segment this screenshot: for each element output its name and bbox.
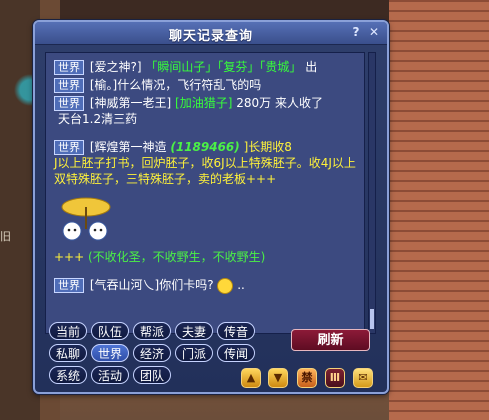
colored-text: 「瞬间山子」「复芬」「贵城」: [145, 60, 302, 74]
scroll-down-button[interactable]: ▼: [268, 368, 288, 388]
chat-history-window: 聊天记录查询 ? ✕ 世界 [爱之神?] 「瞬间山子」「复芬」「贵城」 出 世界…: [33, 20, 389, 394]
message-text: ..: [237, 278, 245, 292]
scroll-up-button[interactable]: ▲: [241, 368, 261, 388]
message-text: (不收化圣，不收野生，不收野生): [88, 250, 266, 264]
list-button[interactable]: Ⅲ: [325, 368, 345, 388]
close-button[interactable]: ✕: [367, 25, 381, 39]
message-text: 出: [305, 60, 318, 74]
message-text: +++: [54, 250, 85, 264]
channel-button-economy[interactable]: 经济: [133, 344, 171, 362]
sender-name[interactable]: [爱之神?]: [90, 60, 142, 74]
message-text: [气吞山河乀]你们卡吗?: [89, 278, 214, 292]
chat-message: 世界 [爱之神?] 「瞬间山子」「复芬」「贵城」 出: [54, 59, 358, 75]
title-bar[interactable]: 聊天记录查询 ? ✕: [35, 22, 387, 45]
window-title: 聊天记录查询: [168, 29, 253, 44]
channel-button-world[interactable]: 世界: [91, 344, 129, 362]
background-sign-text: 旧: [0, 230, 11, 243]
mail-button[interactable]: ✉: [353, 368, 373, 388]
chat-message: 世界 [辉煌第一神造 (1189466) ]长期收8 J以上胚子打书，回炉胚子，…: [54, 139, 358, 187]
chat-message: +++ (不收化圣，不收野生，不收野生): [54, 249, 358, 265]
chat-message: 世界 [神威第一老王] [加油猎子] 280万 来人收了 天台1.2清三药: [54, 95, 358, 127]
channel-button-private[interactable]: 私聊: [49, 344, 87, 362]
channel-button-current[interactable]: 当前: [49, 322, 87, 340]
block-button[interactable]: 禁: [297, 368, 317, 388]
chat-message: 世界 [气吞山河乀]你们卡吗? ..: [54, 277, 358, 294]
smiley-emote-icon: [217, 277, 234, 294]
chat-message: [54, 193, 358, 247]
channel-tag[interactable]: 世界: [54, 78, 84, 93]
message-continuation: J以上胚子打书，回炉胚子，收6J以上特殊胚子。收4J以上双特殊胚子，三特殊胚子，…: [54, 156, 356, 186]
channel-tag[interactable]: 世界: [54, 278, 84, 293]
channel-tag[interactable]: 世界: [54, 140, 84, 155]
message-continuation: 天台1.2清三药: [58, 112, 138, 126]
number-badge: (1189466): [170, 140, 240, 154]
channel-button-team[interactable]: 队伍: [91, 322, 129, 340]
channel-button-broadcast[interactable]: 传音: [217, 322, 255, 340]
message-text: 280万 来人收了: [236, 96, 323, 110]
umbrella-emote-icon: [54, 193, 118, 247]
channel-button-sect[interactable]: 门派: [175, 344, 213, 362]
message-text: ]长期收8: [243, 140, 292, 154]
chat-message: 世界 [榆。]什么情况，飞行符乱飞的吗: [54, 77, 358, 93]
sender-name[interactable]: [辉煌第一神造: [90, 140, 167, 154]
colored-text: [加油猎子]: [175, 96, 233, 110]
help-button[interactable]: ?: [349, 25, 363, 39]
channel-tag[interactable]: 世界: [54, 60, 84, 75]
refresh-button[interactable]: 刷新: [291, 329, 370, 351]
sender-name[interactable]: [神威第一老王]: [90, 96, 171, 110]
chat-log[interactable]: 世界 [爱之神?] 「瞬间山子」「复芬」「贵城」 出 世界 [榆。]什么情况，飞…: [45, 52, 365, 334]
channel-button-rumor[interactable]: 传闻: [217, 344, 255, 362]
channel-button-system[interactable]: 系统: [49, 366, 87, 384]
channel-button-guild[interactable]: 帮派: [133, 322, 171, 340]
channel-button-spouse[interactable]: 夫妻: [175, 322, 213, 340]
chat-scrollbar[interactable]: [368, 52, 376, 334]
scroll-thumb[interactable]: [370, 309, 374, 329]
channel-button-activity[interactable]: 活动: [91, 366, 129, 384]
message-text: [榆。]什么情况，飞行符乱飞的吗: [89, 78, 262, 92]
channel-tag[interactable]: 世界: [54, 96, 84, 111]
channel-button-group[interactable]: 团队: [133, 366, 171, 384]
background-wall: [389, 0, 489, 420]
